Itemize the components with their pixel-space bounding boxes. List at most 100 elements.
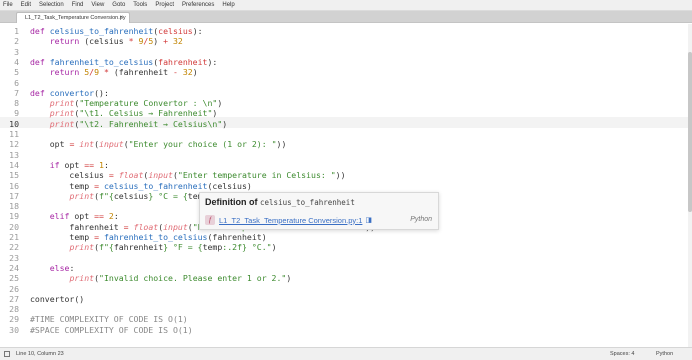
code-line[interactable]: print(f"{celsius} °C = {tem	[30, 190, 202, 201]
code-line[interactable]: def celsius_to_fahrenheit(celsius):	[30, 26, 203, 36]
tab-label: L1_T2_Task_Temperature Conversion.py	[25, 15, 126, 21]
menu-preferences[interactable]: Preferences	[182, 0, 214, 11]
code-token: ==	[84, 159, 100, 170]
code-token: +	[163, 36, 173, 47]
code-token: )	[271, 242, 277, 253]
code-line[interactable]: #SPACE COMPLEXITY OF CODE IS O(1)	[30, 325, 193, 335]
code-line[interactable]: print(f"{fahrenheit} °F = {temp:.2f} °C.…	[30, 242, 277, 253]
code-line[interactable]: print("Temperature Convertor : \n")	[30, 98, 223, 109]
code-token: "\t1. Celsius → Fahrenheit"	[79, 108, 213, 119]
menu-goto[interactable]: Goto	[112, 0, 125, 11]
code-token: celsius	[113, 190, 149, 201]
code-line[interactable]: temp = fahrenheit_to_celsius(fahrenheit)	[30, 232, 267, 242]
code-token: f"{	[99, 242, 114, 253]
code-line[interactable]: elif opt == 2:	[30, 211, 119, 221]
code-token: opt	[30, 139, 70, 150]
code-token: print	[49, 98, 75, 109]
code-line[interactable]: return 5/9 * (fahrenheit - 32)	[30, 67, 198, 77]
scrollbar-thumb[interactable]	[688, 52, 692, 212]
code-token: print	[49, 118, 75, 129]
line-number: 22	[9, 242, 19, 253]
code-token: fahrenheit_to_celsius	[103, 232, 208, 242]
code-token: input	[163, 221, 188, 232]
code-line[interactable]: else:	[30, 262, 75, 273]
code-token: convertor()	[30, 293, 85, 304]
menu-edit[interactable]: Edit	[21, 0, 31, 11]
code-line[interactable]: if opt == 1:	[30, 160, 109, 170]
code-line[interactable]: return (celsius * 9/5) + 32	[30, 36, 183, 46]
menu-file[interactable]: File	[3, 0, 13, 11]
line-number-gutter: 1 2 3 4 5 6 7 8 9 10 11 12 13 14 15 16 17 18 19 20 21 22 23 24 2…	[0, 24, 24, 347]
code-token: return	[49, 67, 85, 78]
menu-find[interactable]: Find	[72, 0, 84, 11]
code-token: *	[128, 36, 139, 47]
code-token: ==	[94, 211, 109, 222]
indentation-setting[interactable]: Spaces: 4	[610, 348, 634, 360]
menu-view[interactable]: View	[91, 0, 104, 11]
code-line[interactable]: print("Invalid choice. Please enter 1 or…	[30, 273, 291, 283]
menu-tools[interactable]: Tools	[133, 0, 147, 11]
line-number: 10	[9, 118, 19, 129]
code-token: -	[172, 67, 183, 78]
code-line[interactable]: def fahrenheit_to_celsius(fahrenheit):	[30, 57, 217, 67]
code-token: elif	[49, 211, 75, 222]
code-token: ():	[94, 87, 109, 98]
code-token: fahrenheit	[30, 221, 124, 232]
line-number: 26	[9, 283, 19, 294]
code-token: int	[79, 139, 95, 150]
syntax-selector[interactable]: Python	[656, 348, 673, 360]
code-token: celsius	[30, 170, 109, 181]
code-token: else	[49, 262, 70, 273]
line-number: 17	[9, 190, 19, 201]
code-token: (fahrenheit)	[207, 232, 267, 242]
line-number: 29	[9, 314, 19, 325]
code-token: float	[118, 170, 144, 181]
code-line[interactable]: #TIME COMPLEXITY OF CODE IS O(1)	[30, 314, 188, 324]
code-token: } °C = {	[148, 190, 188, 201]
code-editor[interactable]: 1 2 3 4 5 6 7 8 9 10 11 12 13 14 15 16 17 18 19 20 21 22 23 24 2…	[0, 24, 692, 347]
code-line[interactable]: convertor()	[30, 294, 84, 304]
menu-help[interactable]: Help	[222, 0, 234, 11]
code-token: print	[69, 242, 95, 253]
code-token: )	[217, 98, 223, 109]
code-token: #TIME COMPLEXITY OF CODE IS O(1)	[30, 314, 188, 325]
line-number: 2	[14, 36, 19, 47]
code-token: opt	[74, 211, 95, 222]
tab-file[interactable]: L1_T2_Task_Temperature Conversion.py ×	[16, 12, 130, 23]
line-number: 8	[14, 98, 19, 109]
code-line[interactable]: opt = int(input("Enter your choice (1 or…	[30, 139, 287, 150]
definition-link[interactable]: L1_T2_Task_Temperature Conversion.py:1	[219, 216, 362, 225]
menu-selection[interactable]: Selection	[39, 0, 64, 11]
code-token: )	[153, 36, 164, 47]
line-number: 16	[9, 180, 19, 191]
code-line[interactable]: celsius = float(input("Enter temperature…	[30, 170, 345, 181]
popup-title: Definition of	[205, 197, 258, 207]
code-line[interactable]: print("\t1. Celsius → Fahrenheit")	[30, 108, 218, 119]
panel-toggle-icon[interactable]	[4, 351, 10, 357]
code-token: temp	[202, 242, 223, 253]
code-token: f"{	[99, 190, 114, 201]
line-number: 25	[9, 273, 19, 284]
code-line[interactable]: def convertor():	[30, 88, 109, 98]
code-token: celsius_to_fahrenheit	[49, 26, 154, 36]
code-token: (fahrenheit	[113, 67, 173, 78]
code-token: :	[113, 211, 119, 222]
menu-project[interactable]: Project	[155, 0, 174, 11]
vertical-scrollbar[interactable]	[688, 24, 692, 347]
code-token: "Temperature Convertor : \n"	[79, 98, 218, 109]
line-number: 19	[9, 211, 19, 222]
code-token: convertor	[49, 87, 95, 98]
open-in-split-icon[interactable]: ◨	[365, 216, 372, 224]
code-line[interactable]: temp = celsius_to_fahrenheit(celsius)	[30, 180, 251, 191]
tab-close-icon[interactable]: ×	[119, 13, 123, 23]
code-line[interactable]: print("\t2. Fahrenheit → Celsius\n")	[30, 119, 227, 129]
code-token: =	[69, 139, 80, 150]
code-token: float	[133, 221, 159, 232]
code-token: celsius_to_fahrenheit	[103, 180, 208, 191]
popup-language: Python	[410, 216, 432, 223]
